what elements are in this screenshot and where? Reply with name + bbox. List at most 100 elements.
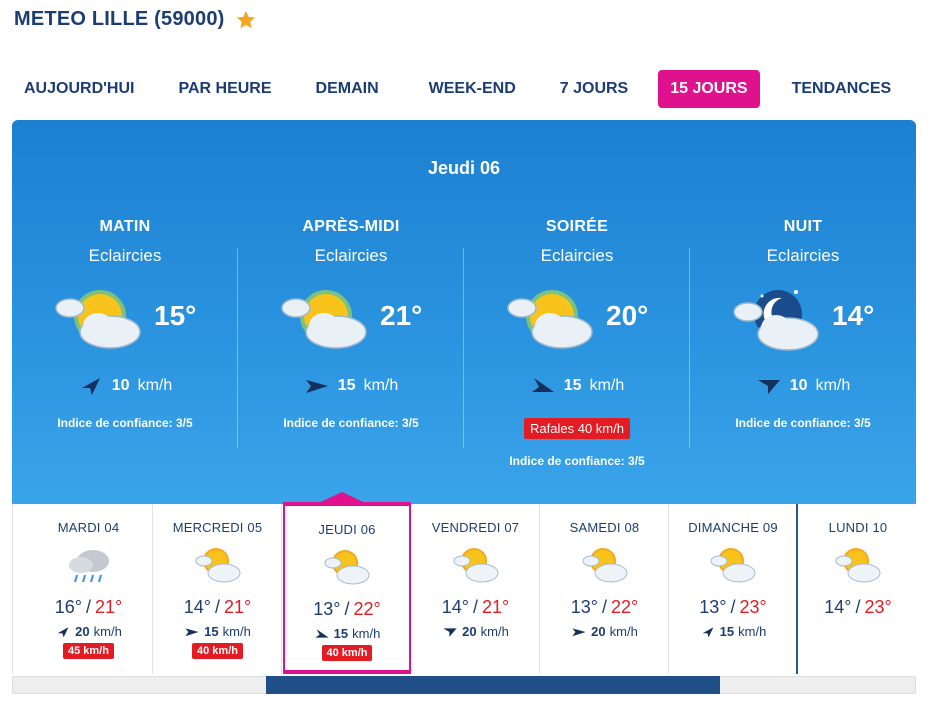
day-card-samedi-08[interactable]: SAMEDI 08 13°/22° 20 km/h: [541, 504, 669, 674]
temp-separator: /: [601, 597, 607, 617]
day-wind: 20 km/h: [25, 624, 152, 639]
temp-high: 23°: [864, 597, 892, 617]
tab-tendances[interactable]: TENDANCES: [780, 70, 904, 108]
tab-week-end[interactable]: WEEK-END: [417, 70, 528, 108]
period-wind: 10 km/h: [12, 376, 238, 396]
wind-arrow-icon: [57, 626, 69, 637]
wind-arrow-icon: [315, 628, 329, 638]
day-card-dimanche-09[interactable]: DIMANCHE 09 13°/23° 15 km/h: [670, 504, 798, 674]
tab-aujourdhui[interactable]: AUJOURD'HUI: [12, 70, 146, 108]
wind-speed: 15: [337, 377, 356, 394]
period-wind: 15 km/h: [464, 376, 690, 396]
day-wind: 20 km/h: [412, 624, 539, 639]
confidence-index: Indice de confiance: 3/5: [57, 416, 193, 430]
temp-high: 21°: [95, 597, 123, 617]
page-header: METEO LILLE (59000): [14, 8, 257, 31]
wind-speed: 20: [462, 624, 477, 639]
temp-low: 14°: [183, 597, 211, 617]
period-apres-midi: APRÈS-MIDI Eclaircies 21° 15 km/h Indice…: [238, 218, 464, 478]
confidence-index: Indice de confiance: 3/5: [735, 416, 871, 430]
temp-low: 13°: [313, 599, 341, 619]
wind-arrow-icon: [443, 627, 457, 637]
day-wind: 15 km/h: [670, 624, 796, 639]
temp-high: 22°: [611, 597, 639, 617]
day-name: VENDREDI 07: [431, 520, 520, 535]
wind-speed: 15: [204, 624, 219, 639]
day-name: JEUDI 06: [318, 522, 376, 537]
wind-unit: km/h: [738, 624, 767, 639]
day-strip-scrollbar[interactable]: [12, 676, 916, 694]
partly-sunny-icon: [324, 550, 370, 585]
star-icon[interactable]: [235, 9, 257, 31]
period-temperature: 21°: [380, 300, 423, 331]
day-wind: 15 km/h: [285, 626, 409, 641]
wind-unit: km/h: [352, 626, 381, 641]
wind-arrow-icon: [81, 378, 100, 395]
partly-sunny-icon: [710, 548, 756, 583]
confidence-index: Indice de confiance: 3/5: [509, 454, 645, 468]
wind-arrow-icon: [531, 378, 554, 392]
rain-cloud-icon: [68, 550, 109, 583]
wind-unit: km/h: [93, 624, 122, 639]
gust-badge: Rafales 40 km/h: [524, 418, 630, 439]
wind-arrow-icon: [185, 627, 199, 636]
wind-unit: km/h: [589, 377, 625, 394]
temp-separator: /: [214, 597, 220, 617]
temp-low: 13°: [570, 597, 598, 617]
period-nuit: NUIT Eclaircies 14° 10 km/h Indice de co…: [690, 218, 916, 478]
detail-day-title: Jeudi 06: [427, 158, 501, 178]
day-name: LUNDI 10: [828, 520, 888, 535]
partly-sunny-icon: [507, 290, 593, 349]
temp-low: 13°: [699, 597, 727, 617]
period-condition: Eclaircies: [540, 246, 614, 265]
period-temperature: 14°: [832, 300, 875, 331]
gust-badge: 45 km/h: [63, 643, 114, 659]
wind-speed: 15: [333, 626, 349, 641]
page-title: METEO LILLE (59000): [14, 8, 225, 30]
wind-unit: km/h: [137, 377, 173, 394]
wind-unit: km/h: [222, 624, 251, 639]
period-wind: 15 km/h: [238, 376, 464, 396]
day-card-lundi-10[interactable]: LUNDI 10 14°/23°: [799, 504, 917, 674]
day-name: MARDI 04: [57, 520, 120, 535]
period-name: APRÈS-MIDI: [302, 218, 400, 235]
wind-speed: 10: [789, 377, 808, 394]
partly-sunny-icon: [453, 548, 498, 583]
wind-arrow-icon: [572, 627, 586, 636]
day-wind: 15 km/h: [154, 624, 281, 639]
wind-arrow-icon: [305, 380, 328, 393]
day-name: DIMANCHE 09: [688, 520, 778, 535]
tab-15-jours[interactable]: 15 JOURS: [658, 70, 760, 108]
period-temperature: 20°: [606, 300, 649, 331]
confidence-index: Indice de confiance: 3/5: [283, 416, 419, 430]
temp-separator: /: [472, 597, 478, 617]
forecast-tabs: AUJOURD'HUI PAR HEURE DEMAIN WEEK-END 7 …: [12, 70, 903, 108]
wind-speed: 15: [719, 624, 735, 639]
temp-separator: /: [730, 597, 736, 617]
temp-low: 16°: [54, 597, 82, 617]
wind-arrow-icon: [702, 626, 714, 637]
wind-unit: km/h: [363, 377, 399, 394]
period-matin: MATIN Eclaircies 15° 10 km/h Indice de c…: [12, 218, 238, 478]
temp-separator: /: [344, 599, 350, 619]
tab-par-heure[interactable]: PAR HEURE: [166, 70, 283, 108]
tab-7-jours[interactable]: 7 JOURS: [548, 70, 640, 108]
temp-separator: /: [85, 597, 91, 617]
temp-high: 22°: [353, 599, 381, 619]
tab-demain[interactable]: DEMAIN: [304, 70, 391, 108]
period-name: NUIT: [783, 218, 823, 235]
period-condition: Eclaircies: [766, 246, 840, 265]
day-card-mercredi-05[interactable]: MERCREDI 05 14°/21° 15 km/h 40 km/h: [154, 504, 282, 674]
partly-sunny-icon: [281, 290, 367, 349]
period-soiree: SOIRÉE Eclaircies 20° 15 km/h Rafales 40…: [464, 218, 690, 478]
day-card-vendredi-07[interactable]: VENDREDI 07 14°/21° 20 km/h: [412, 504, 540, 674]
scrollbar-thumb[interactable]: [266, 676, 720, 694]
day-card-jeudi-06[interactable]: JEUDI 06 13°/22° 15 km/h 40 km/h: [283, 502, 411, 674]
day-name: MERCREDI 05: [172, 520, 263, 535]
day-name: SAMEDI 08: [569, 520, 640, 535]
period-temperature: 15°: [154, 300, 197, 331]
day-card-mardi-04[interactable]: MARDI 04 16°/21° 20 km/h 45 km/h: [25, 504, 153, 674]
temp-low: 14°: [441, 597, 469, 617]
wind-unit: km/h: [609, 624, 638, 639]
temp-separator: /: [855, 597, 861, 617]
